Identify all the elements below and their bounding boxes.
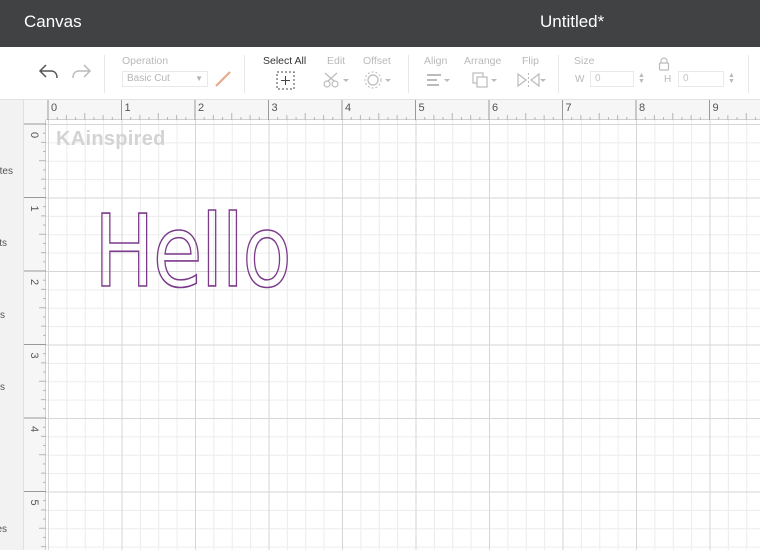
left-sidebar: ates ts s s es: [0, 100, 24, 550]
ruler-label-3: 3: [28, 353, 40, 359]
width-label: W: [575, 74, 585, 85]
sidebar-item-phrases[interactable]: s: [0, 382, 5, 393]
operation-label: Operation: [122, 55, 169, 67]
align-label: Align: [424, 55, 448, 67]
document-title[interactable]: Untitled*: [540, 12, 604, 32]
offset-label: Offset: [363, 55, 391, 67]
app-title[interactable]: Canvas: [24, 12, 82, 32]
select-all-icon[interactable]: [276, 71, 295, 90]
ruler-label-1: 1: [125, 102, 131, 114]
ruler-label-5: 5: [28, 500, 40, 506]
ruler-label-4: 4: [345, 102, 351, 114]
ruler-label-1: 1: [28, 206, 40, 212]
chevron-down-icon: ▼: [195, 74, 203, 83]
sidebar-item-shapes[interactable]: es: [0, 524, 7, 535]
ruler-label-8: 8: [639, 102, 645, 114]
arrange-icon[interactable]: [471, 71, 499, 89]
app-header: Canvas Untitled*: [0, 0, 760, 47]
toolbar-divider: [748, 55, 749, 93]
canvas-grid[interactable]: [46, 120, 760, 550]
select-all-label[interactable]: Select All: [263, 55, 306, 67]
hello-outline-text[interactable]: Hello: [93, 192, 293, 311]
sidebar-item-images[interactable]: s: [0, 310, 5, 321]
toolbar-divider: [104, 55, 105, 93]
height-label: H: [664, 74, 672, 85]
watermark-text: KAinspired: [56, 128, 166, 150]
ruler-corner: [24, 100, 46, 120]
ruler-label-6: 6: [492, 102, 498, 114]
edit-toolbar: Operation Basic Cut ▼ Select All Edit Of…: [0, 47, 760, 100]
pen-color-swatch-icon[interactable]: [212, 69, 234, 89]
operation-value: Basic Cut: [127, 73, 170, 84]
horizontal-ruler-ticks: 0 1 2 3 4 5 6 7 8 9: [47, 100, 756, 120]
align-icon[interactable]: [424, 71, 452, 89]
toolbar-divider: [244, 55, 245, 93]
vertical-ruler: 0 1 2 3 4 5: [24, 120, 46, 550]
offset-icon[interactable]: [364, 71, 392, 89]
operation-select[interactable]: Basic Cut ▼: [122, 71, 208, 87]
ruler-label-0: 0: [28, 132, 40, 138]
scissors-edit-icon[interactable]: [322, 71, 350, 89]
flip-icon[interactable]: [516, 71, 546, 89]
ruler-label-3: 3: [272, 102, 278, 114]
arrange-label: Arrange: [464, 55, 502, 67]
horizontal-ruler: 0 1 2 3 4 5 6 7 8 9: [24, 100, 760, 120]
hello-text-object[interactable]: Hello: [90, 192, 300, 311]
height-stepper[interactable]: ▲ ▼: [728, 72, 735, 85]
toolbar-divider: [408, 55, 409, 93]
sidebar-item-templates[interactable]: ates: [0, 166, 13, 177]
vertical-ruler-ticks: 0 1 2 3 4 5: [24, 123, 46, 548]
width-stepper[interactable]: ▲ ▼: [638, 72, 645, 85]
flip-label: Flip: [522, 55, 539, 67]
size-label: Size: [574, 55, 595, 67]
ruler-label-4: 4: [28, 426, 40, 432]
height-input[interactable]: 0: [678, 71, 724, 87]
ruler-label-2: 2: [28, 279, 40, 285]
ruler-label-2: 2: [198, 102, 204, 114]
ruler-label-0: 0: [51, 102, 57, 114]
width-input[interactable]: 0: [590, 71, 634, 87]
lock-icon[interactable]: [657, 57, 671, 71]
ruler-label-5: 5: [419, 102, 425, 114]
edit-label: Edit: [327, 55, 346, 67]
toolbar-divider: [558, 55, 559, 93]
ruler-label-9: 9: [713, 102, 719, 114]
undo-arrow-icon[interactable]: [38, 63, 60, 81]
ruler-label-7: 7: [566, 102, 572, 114]
sidebar-item-projects[interactable]: ts: [0, 238, 7, 249]
redo-arrow-icon[interactable]: [70, 63, 92, 81]
